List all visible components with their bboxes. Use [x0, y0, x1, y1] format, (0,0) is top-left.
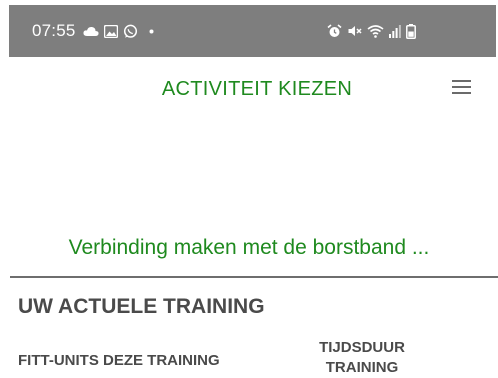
page-title: ACTIVITEIT KIEZEN [161, 78, 353, 100]
fitt-units-label: FITT-UNITS DEZE TRAINING [18, 352, 220, 369]
hamburger-menu-icon[interactable] [448, 74, 476, 102]
cloud-icon [82, 25, 99, 37]
status-bar: 07:55 [9, 5, 496, 57]
mute-icon [347, 24, 362, 38]
status-time: 07:55 [32, 21, 76, 40]
connection-status-text: Verbinding maken met de borstband ... [68, 236, 430, 259]
duration-label-line-2: TRAINING [325, 359, 399, 376]
battery-icon [406, 23, 416, 39]
signal-icon [389, 24, 401, 38]
divider [10, 276, 498, 278]
duration-label-line-1: TIJDSDUUR [319, 339, 405, 356]
status-notification-icons [82, 24, 154, 39]
alarm-icon [327, 24, 342, 38]
status-system-icons [327, 5, 416, 57]
whatsapp-icon [123, 24, 138, 39]
dot-icon [149, 29, 154, 34]
image-icon [103, 24, 118, 38]
duration-label: TIJDSDUUR TRAINING [303, 338, 421, 378]
section-title: UW ACTUELE TRAINING [18, 295, 265, 318]
wifi-icon [367, 24, 384, 38]
